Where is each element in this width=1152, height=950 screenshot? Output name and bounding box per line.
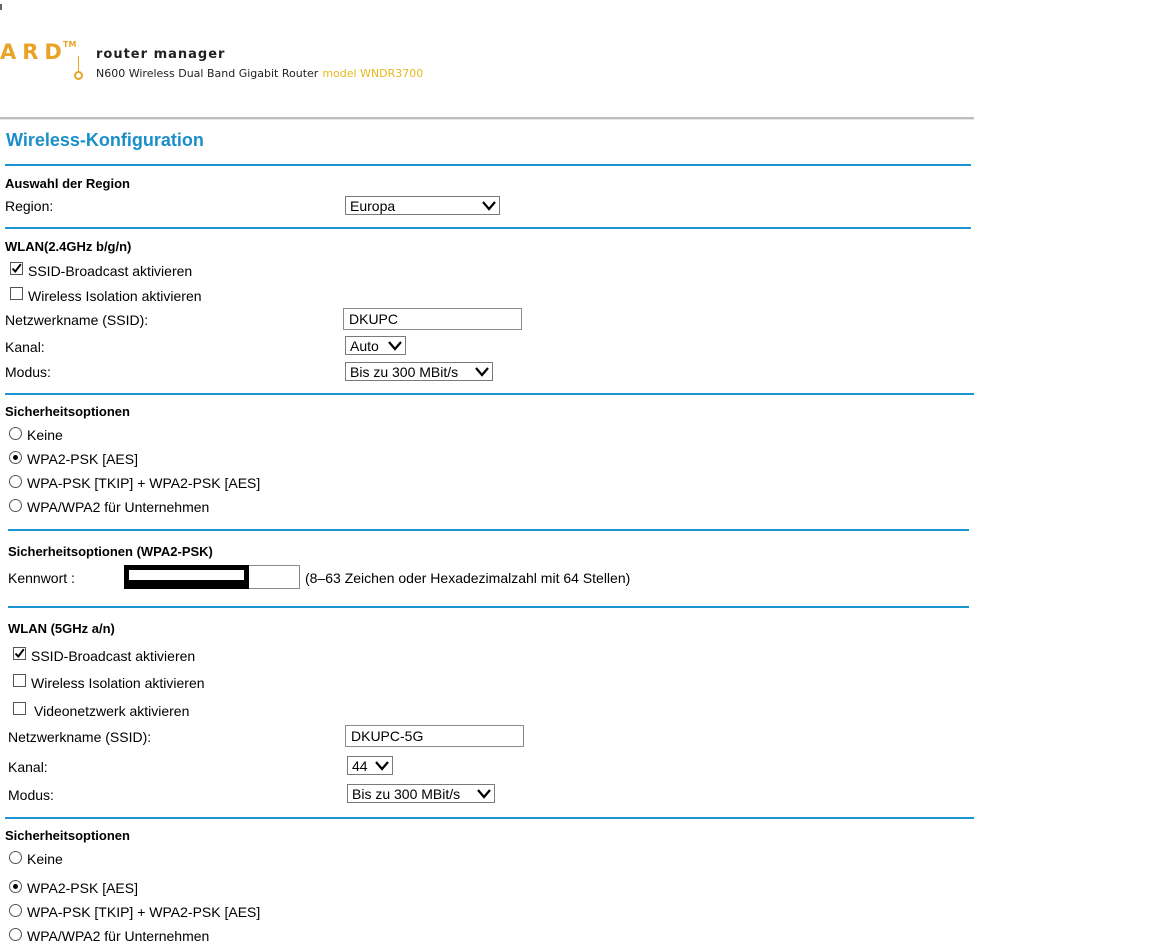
- wlan5-isolation-checkbox[interactable]: [13, 674, 26, 687]
- wlan5-video-checkbox[interactable]: [13, 702, 26, 715]
- security5-heading: Sicherheitsoptionen: [5, 828, 130, 843]
- radio-selected-dot: [13, 884, 18, 889]
- wlan24-channel-value: Auto: [350, 338, 379, 354]
- wlan5-ssid-broadcast-checkbox[interactable]: [13, 647, 26, 660]
- security24-radio-enterprise[interactable]: [9, 499, 22, 512]
- page-title: Wireless-Konfiguration: [6, 130, 204, 150]
- section-divider: [5, 393, 974, 395]
- brand-logo: ARD: [0, 40, 68, 64]
- section-divider: [5, 164, 971, 166]
- wlan24-ssid-label: Netzwerkname (SSID):: [5, 312, 149, 328]
- wlan24-mode-select[interactable]: Bis zu 300 MBit/s: [345, 362, 493, 381]
- wlan5-ssid-broadcast-label: SSID-Broadcast aktivieren: [31, 648, 196, 664]
- chevron-down-icon: [477, 785, 491, 799]
- wlan5-ssid-label: Netzwerkname (SSID):: [8, 729, 152, 745]
- wlan5-video-label: Videonetzwerk aktivieren: [34, 703, 190, 719]
- region-label: Region:: [5, 198, 54, 214]
- header-divider: [0, 117, 974, 120]
- section-divider: [5, 227, 971, 229]
- wlan5-heading: WLAN (5GHz a/n): [8, 621, 115, 636]
- security24-option-label: WPA2-PSK [AES]: [27, 451, 138, 467]
- security5-option-label: WPA/WPA2 für Unternehmen: [27, 928, 210, 944]
- security24-heading: Sicherheitsoptionen: [5, 404, 130, 419]
- section-divider: [5, 817, 974, 819]
- security24-option-label: Keine: [27, 427, 63, 443]
- wlan5-ssid-input[interactable]: DKUPC-5G: [345, 725, 524, 747]
- router-subtitle: N600 Wireless Dual Band Gigabit Router mo…: [96, 67, 423, 80]
- region-select-value: Europa: [350, 198, 396, 214]
- security5-radio-enterprise[interactable]: [9, 928, 22, 941]
- section-divider: [8, 606, 969, 608]
- security24-radio-mixed[interactable]: [9, 475, 22, 488]
- checkmark-icon: [14, 648, 25, 659]
- logo-stem: [78, 56, 79, 72]
- logo-dot-icon: [74, 71, 83, 80]
- psk24-heading: Sicherheitsoptionen (WPA2-PSK): [8, 544, 213, 559]
- security24-option-label: WPA/WPA2 für Unternehmen: [27, 499, 210, 515]
- decorative-mark: [0, 4, 2, 10]
- wlan5-mode-value: Bis zu 300 MBit/s: [352, 786, 461, 802]
- wlan24-isolation-checkbox[interactable]: [10, 287, 23, 300]
- router-model: model WNDR3700: [322, 67, 424, 80]
- security24-option-label: WPA-PSK [TKIP] + WPA2-PSK [AES]: [27, 475, 261, 491]
- psk24-password-label: Kennwort :: [8, 570, 75, 586]
- chevron-down-icon: [375, 757, 389, 771]
- psk24-hint: (8–63 Zeichen oder Hexadezimalzahl mit 6…: [305, 570, 631, 586]
- wlan24-ssid-broadcast-checkbox[interactable]: [10, 262, 23, 275]
- chevron-down-icon: [482, 197, 496, 211]
- router-name: N600 Wireless Dual Band Gigabit Router: [96, 67, 319, 80]
- app-title: router manager: [96, 47, 226, 62]
- wlan24-mode-label: Modus:: [5, 364, 51, 380]
- wlan24-heading: WLAN(2.4GHz b/g/n): [5, 239, 132, 254]
- redaction-inner: [129, 570, 244, 580]
- wlan24-channel-select[interactable]: Auto: [345, 336, 406, 355]
- router-config-page: ARD TM router manager N600 Wireless Dual…: [0, 0, 1152, 950]
- wlan24-isolation-label: Wireless Isolation aktivieren: [28, 288, 202, 304]
- wlan5-isolation-label: Wireless Isolation aktivieren: [31, 675, 205, 691]
- security5-radio-mixed[interactable]: [9, 904, 22, 917]
- wlan24-channel-label: Kanal:: [5, 339, 45, 355]
- security24-radio-none[interactable]: [9, 427, 22, 440]
- wlan5-mode-select[interactable]: Bis zu 300 MBit/s: [347, 784, 495, 803]
- chevron-down-icon: [475, 363, 489, 377]
- security5-option-label: Keine: [27, 851, 63, 867]
- wlan5-mode-label: Modus:: [8, 787, 54, 803]
- wlan5-channel-value: 44: [352, 758, 368, 774]
- section-divider: [8, 529, 969, 531]
- security5-option-label: WPA2-PSK [AES]: [27, 880, 138, 896]
- security5-radio-none[interactable]: [9, 851, 22, 864]
- radio-selected-dot: [13, 455, 18, 460]
- wlan24-ssid-broadcast-label: SSID-Broadcast aktivieren: [28, 263, 193, 279]
- security24-radio-wpa2[interactable]: [9, 451, 22, 464]
- wlan5-channel-select[interactable]: 44: [347, 756, 393, 775]
- security5-option-label: WPA-PSK [TKIP] + WPA2-PSK [AES]: [27, 904, 261, 920]
- region-select[interactable]: Europa: [345, 196, 500, 215]
- wlan24-ssid-input[interactable]: DKUPC: [343, 308, 522, 330]
- checkmark-icon: [11, 263, 22, 274]
- security5-radio-wpa2[interactable]: [9, 880, 22, 893]
- wlan24-mode-value: Bis zu 300 MBit/s: [350, 364, 459, 380]
- wlan5-channel-label: Kanal:: [8, 759, 48, 775]
- region-heading: Auswahl der Region: [5, 176, 130, 191]
- chevron-down-icon: [388, 337, 402, 351]
- trademark-mark: TM: [63, 40, 77, 49]
